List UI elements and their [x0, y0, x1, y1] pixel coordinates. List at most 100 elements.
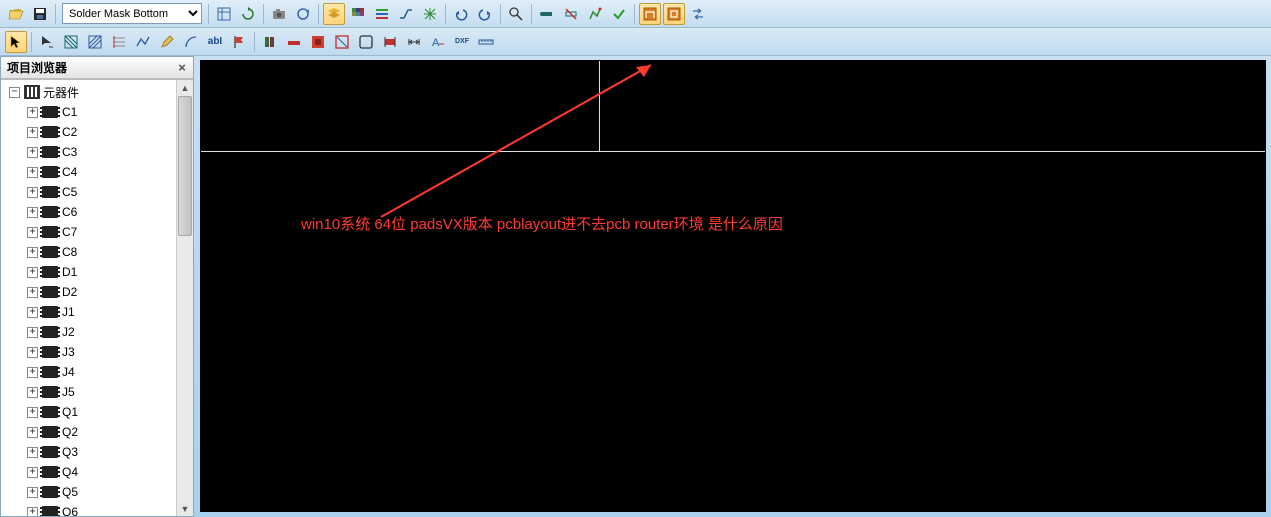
library-tool[interactable]	[259, 31, 281, 53]
clear-highlight-button[interactable]	[560, 3, 582, 25]
layers-button[interactable]	[323, 3, 345, 25]
tree-item[interactable]: +D1	[3, 262, 176, 282]
expand-icon[interactable]: +	[27, 507, 38, 517]
redo-button[interactable]	[474, 3, 496, 25]
expand-icon[interactable]: +	[27, 427, 38, 438]
copper-tool[interactable]	[307, 31, 329, 53]
tree-item[interactable]: +J1	[3, 302, 176, 322]
tree-item[interactable]: +Q6	[3, 502, 176, 516]
tree-item[interactable]: +C8	[3, 242, 176, 262]
edit-tool[interactable]	[156, 31, 178, 53]
expand-icon[interactable]: +	[27, 147, 38, 158]
expand-icon[interactable]: +	[27, 107, 38, 118]
tree-item[interactable]: + Q2	[3, 422, 176, 442]
tree-item[interactable]: +C4	[3, 162, 176, 182]
panel-close-button[interactable]: ×	[175, 61, 189, 75]
tree-item[interactable]: + Q4	[3, 462, 176, 482]
tree-item[interactable]: +C3	[3, 142, 176, 162]
open-file-button[interactable]	[5, 3, 27, 25]
tree-item-label: C7	[62, 225, 77, 239]
swap-button[interactable]	[687, 3, 709, 25]
hatch-tool-1[interactable]	[60, 31, 82, 53]
select-tool[interactable]	[5, 31, 27, 53]
move-tool[interactable]	[36, 31, 58, 53]
scroll-up-arrow[interactable]: ▲	[177, 80, 193, 95]
delete-tool[interactable]	[283, 31, 305, 53]
expand-icon[interactable]: +	[27, 467, 38, 478]
expand-icon[interactable]: +	[27, 207, 38, 218]
expand-icon[interactable]: +	[27, 127, 38, 138]
refresh-button[interactable]	[237, 3, 259, 25]
toolbar-separator	[318, 4, 319, 24]
tree-item[interactable]: +C1	[3, 102, 176, 122]
router-button-1[interactable]	[639, 3, 661, 25]
design-canvas[interactable]: win10系统 64位 padsVX版本 pcblayout进不去pcb rou…	[200, 60, 1266, 512]
scroll-down-arrow[interactable]: ▼	[177, 501, 193, 516]
check-button[interactable]	[608, 3, 630, 25]
save-button[interactable]	[29, 3, 51, 25]
tree-item[interactable]: +Q5	[3, 482, 176, 502]
keepout-tool[interactable]	[331, 31, 353, 53]
cycle-button[interactable]	[292, 3, 314, 25]
expand-icon[interactable]: +	[27, 247, 38, 258]
expand-icon[interactable]: +	[27, 327, 38, 338]
zoom-button[interactable]	[505, 3, 527, 25]
tree-item-label: Q4	[62, 465, 78, 479]
route-button[interactable]	[395, 3, 417, 25]
net-color-button[interactable]	[371, 3, 393, 25]
grid-color-button[interactable]	[347, 3, 369, 25]
tree-item[interactable]: +D2	[3, 282, 176, 302]
tree-item[interactable]: + C7	[3, 222, 176, 242]
tree-item[interactable]: +J4	[3, 362, 176, 382]
undo-button[interactable]	[450, 3, 472, 25]
ratsnest-button[interactable]	[419, 3, 441, 25]
tree-item[interactable]: +J5	[3, 382, 176, 402]
expand-icon[interactable]: +	[27, 227, 38, 238]
expand-icon[interactable]: +	[27, 267, 38, 278]
expand-icon[interactable]: +	[27, 287, 38, 298]
tree-root-row[interactable]: − 元器件	[3, 82, 176, 102]
tree-item[interactable]: +J2	[3, 322, 176, 342]
tree-item[interactable]: +J3	[3, 342, 176, 362]
expand-icon[interactable]: +	[27, 487, 38, 498]
measure-tool[interactable]	[475, 31, 497, 53]
tree-item[interactable]: +C6	[3, 202, 176, 222]
net-highlight-button[interactable]	[536, 3, 558, 25]
layer-select[interactable]: Solder Mask Bottom	[62, 3, 202, 24]
hatch-tool-3[interactable]	[108, 31, 130, 53]
expand-icon[interactable]: +	[27, 387, 38, 398]
expand-icon[interactable]: +	[27, 347, 38, 358]
expand-icon[interactable]: +	[27, 367, 38, 378]
properties-button[interactable]	[213, 3, 235, 25]
expand-icon[interactable]: +	[27, 187, 38, 198]
toolbar-drafting: abI A DXF	[0, 28, 1271, 56]
polyline-tool[interactable]	[132, 31, 154, 53]
board-outline-tool[interactable]	[355, 31, 377, 53]
component-tool[interactable]	[379, 31, 401, 53]
abl-tool[interactable]: abI	[204, 31, 226, 53]
hatch-tool-2[interactable]	[84, 31, 106, 53]
expand-icon[interactable]: +	[27, 167, 38, 178]
router-button-2[interactable]	[663, 3, 685, 25]
tree-scrollbar[interactable]: ▲ ▼	[176, 80, 193, 516]
scroll-thumb[interactable]	[178, 96, 192, 236]
expand-icon[interactable]: +	[27, 307, 38, 318]
tree-item-label: Q2	[62, 425, 78, 439]
arc-tool[interactable]	[180, 31, 202, 53]
drc-button[interactable]	[584, 3, 606, 25]
tree-item[interactable]: +C2	[3, 122, 176, 142]
text-tool[interactable]: A	[427, 31, 449, 53]
tree-item[interactable]: +Q1	[3, 402, 176, 422]
crosshair-vertical	[599, 61, 600, 152]
expand-icon[interactable]: +	[27, 447, 38, 458]
component-tree[interactable]: − 元器件 +C1+C2+C3+C4+C5+C6+C7+C8+D1+D2+J1+…	[1, 80, 176, 516]
camera-icon[interactable]	[268, 3, 290, 25]
tree-item[interactable]: +C5	[3, 182, 176, 202]
expand-icon[interactable]: +	[27, 407, 38, 418]
dimension-tool[interactable]	[403, 31, 425, 53]
collapse-icon[interactable]: −	[9, 87, 20, 98]
dxf-tool[interactable]: DXF	[451, 31, 473, 53]
tree-item[interactable]: +Q3	[3, 442, 176, 462]
toolbar-separator	[254, 32, 255, 52]
flag-tool[interactable]	[228, 31, 250, 53]
